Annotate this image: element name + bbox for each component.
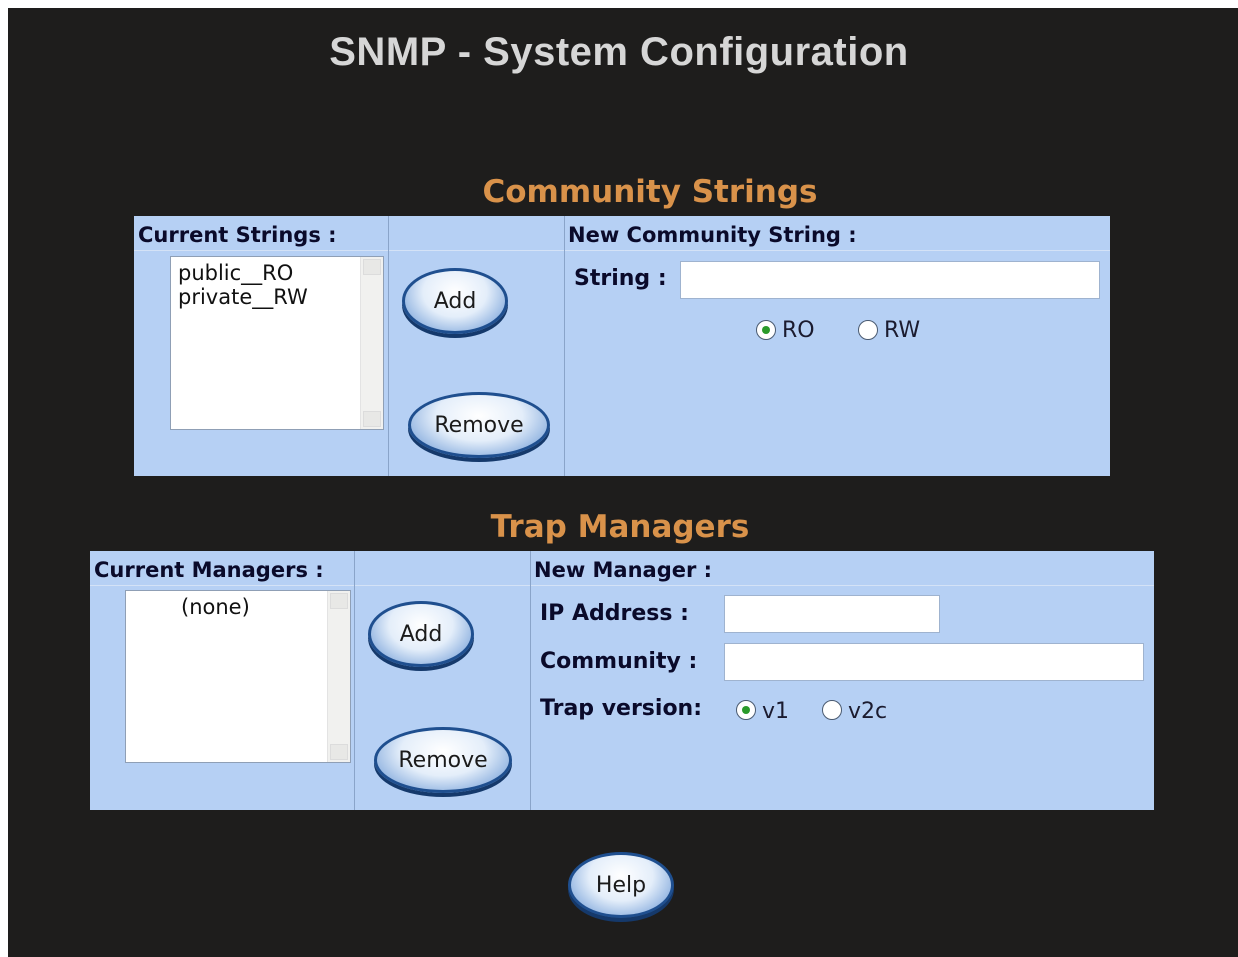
scroll-down-icon[interactable] xyxy=(363,411,381,427)
divider xyxy=(388,216,389,476)
list-item[interactable]: public__RO xyxy=(178,261,308,285)
community-panel: Current Strings : New Community String :… xyxy=(134,216,1110,476)
scrollbar[interactable] xyxy=(327,591,350,762)
community-input[interactable] xyxy=(724,643,1144,681)
list-item[interactable]: private__RW xyxy=(178,285,308,309)
ro-label: RO xyxy=(782,318,815,343)
current-strings-header: Current Strings : xyxy=(138,223,337,247)
list-item[interactable]: (none) xyxy=(181,595,250,619)
rw-label: RW xyxy=(884,318,921,343)
ip-address-label: IP Address : xyxy=(540,601,689,626)
rw-radio[interactable] xyxy=(858,320,878,340)
divider xyxy=(564,216,565,476)
ip-address-input[interactable] xyxy=(724,595,940,633)
current-managers-header: Current Managers : xyxy=(94,558,324,582)
page-background xyxy=(8,8,1238,957)
community-strings-list[interactable]: public__RO private__RW xyxy=(170,256,384,430)
scroll-down-icon[interactable] xyxy=(330,744,348,760)
page-title: SNMP - System Configuration xyxy=(329,30,909,74)
community-section-title: Community Strings xyxy=(482,174,818,210)
remove-community-button[interactable]: Remove xyxy=(408,392,550,458)
string-label: String : xyxy=(574,266,667,291)
v1-label: v1 xyxy=(762,699,790,724)
trap-version-label: Trap version: xyxy=(540,696,703,721)
trap-managers-list[interactable]: (none) xyxy=(125,590,351,763)
community-label: Community : xyxy=(540,649,698,674)
trap-section-title: Trap Managers xyxy=(490,509,750,545)
scrollbar[interactable] xyxy=(360,257,383,429)
trap-panel: Current Managers : New Manager : (none) … xyxy=(90,551,1154,810)
scroll-up-icon[interactable] xyxy=(363,259,381,275)
v2c-radio[interactable] xyxy=(822,700,842,720)
divider xyxy=(134,250,1110,251)
help-button[interactable]: Help xyxy=(568,852,674,918)
new-manager-header: New Manager : xyxy=(534,558,713,582)
v1-radio[interactable] xyxy=(736,700,756,720)
divider xyxy=(530,551,531,810)
remove-manager-button[interactable]: Remove xyxy=(374,727,512,793)
ro-radio[interactable] xyxy=(756,320,776,340)
new-community-string-header: New Community String : xyxy=(568,223,857,247)
divider xyxy=(90,585,1154,586)
add-manager-button[interactable]: Add xyxy=(368,601,474,667)
divider xyxy=(354,551,355,810)
scroll-up-icon[interactable] xyxy=(330,593,348,609)
add-community-button[interactable]: Add xyxy=(402,268,508,334)
community-string-input[interactable] xyxy=(680,261,1100,299)
v2c-label: v2c xyxy=(848,699,888,724)
